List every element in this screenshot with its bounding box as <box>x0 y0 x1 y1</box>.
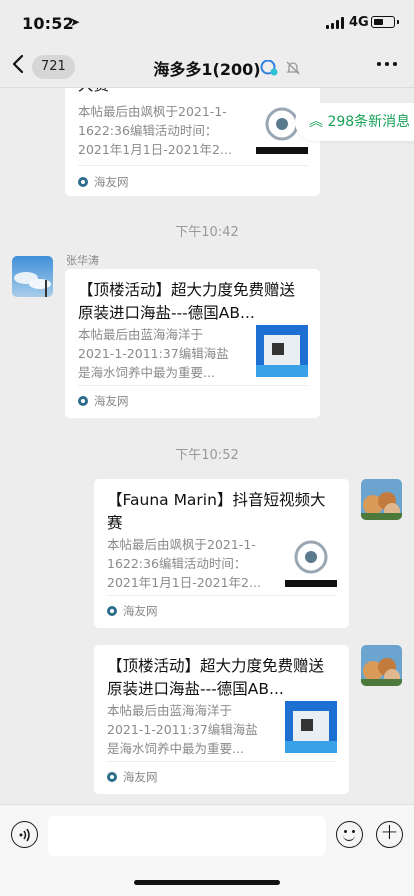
new-messages-label: 298条新消息 <box>327 114 411 130</box>
link-card[interactable]: 【顶楼活动】超大力度免费赠送原装进口海盐---德国AB... 本帖最后由蓝海海洋… <box>65 269 320 418</box>
chat-area[interactable]: 大赛 本帖最后由飒枫于2021-1-1622:36编辑活动时间：2021年1月1… <box>0 88 414 804</box>
location-arrow-icon: ➤ <box>70 15 81 29</box>
card-thumbnail <box>256 325 308 377</box>
plus-icon: + <box>380 820 399 845</box>
chat-bubble-icon <box>260 59 278 75</box>
card-source: 海友网 <box>78 393 129 409</box>
avatar[interactable] <box>12 256 53 297</box>
card-description: 本帖最后由蓝海海洋于 2021-1-2011:37编辑海盐 是海水饲养中最为重要..… <box>78 327 229 380</box>
emoji-button[interactable] <box>336 821 363 848</box>
link-card[interactable]: 【Fauna Marin】抖音短视频大赛 本帖最后由飒枫于2021-1- 1622… <box>94 479 349 628</box>
site-logo-icon <box>78 177 88 187</box>
more-dots-icon <box>377 62 397 66</box>
new-messages-button[interactable]: ︽ 298条新消息 <box>295 103 414 141</box>
card-source: 海友网 <box>107 603 158 619</box>
link-card[interactable]: 【顶楼活动】超大力度免费赠送原装进口海盐---德国AB... 本帖最后由蓝海海洋… <box>94 645 349 794</box>
mute-bell-icon <box>286 61 300 74</box>
card-thumbnail <box>285 535 337 587</box>
card-title: 【Fauna Marin】抖音短视频大赛 <box>107 491 326 532</box>
status-bar: 10:52 ➤ 4G <box>0 0 414 46</box>
title-icons <box>260 57 301 76</box>
plus-button[interactable]: + <box>376 821 403 848</box>
sender-name: 张华涛 <box>66 254 99 267</box>
network-label: 4G <box>349 15 369 30</box>
chat-header: 海多多1(200) 721 <box>0 46 414 88</box>
more-button[interactable] <box>376 52 398 82</box>
timestamp: 下午10:42 <box>175 225 239 240</box>
site-logo-icon <box>107 606 117 616</box>
card-description: 本帖最后由飒枫于2021-1- 1622:36编辑活动时间： 2021年1月1日-2… <box>78 104 232 157</box>
site-logo-icon <box>78 396 88 406</box>
voice-button[interactable] <box>11 821 38 848</box>
card-source: 海友网 <box>78 174 129 190</box>
link-card[interactable]: 大赛 本帖最后由飒枫于2021-1-1622:36编辑活动时间：2021年1月1… <box>65 88 320 196</box>
message-input[interactable] <box>48 816 326 856</box>
back-button[interactable] <box>12 54 24 80</box>
card-title: 大赛 <box>78 88 308 97</box>
battery-icon <box>371 16 399 28</box>
card-title: 【顶楼活动】超大力度免费赠送原装进口海盐---德国AB... <box>107 657 325 698</box>
status-time: 10:52 <box>22 14 74 33</box>
avatar[interactable] <box>361 479 402 520</box>
card-description: 本帖最后由飒枫于2021-1- 1622:36编辑活动时间： 2021年1月1日-2… <box>107 537 261 590</box>
chat-title: 海多多1(200) <box>153 60 261 79</box>
signal-icon <box>326 17 344 29</box>
home-indicator[interactable] <box>134 880 280 885</box>
unread-count-badge[interactable]: 721 <box>32 55 75 79</box>
card-description: 本帖最后由蓝海海洋于 2021-1-2011:37编辑海盐 是海水饲养中最为重要..… <box>107 703 258 756</box>
timestamp: 下午10:52 <box>175 448 239 463</box>
card-source: 海友网 <box>107 769 158 785</box>
card-thumbnail <box>285 701 337 753</box>
chevron-left-icon <box>12 54 24 74</box>
voice-icon <box>19 828 30 842</box>
double-chevron-up-icon: ︽ <box>309 114 323 130</box>
emoji-icon <box>343 834 355 841</box>
avatar[interactable] <box>361 645 402 686</box>
card-title: 【顶楼活动】超大力度免费赠送原装进口海盐---德国AB... <box>78 281 296 322</box>
site-logo-icon <box>107 772 117 782</box>
